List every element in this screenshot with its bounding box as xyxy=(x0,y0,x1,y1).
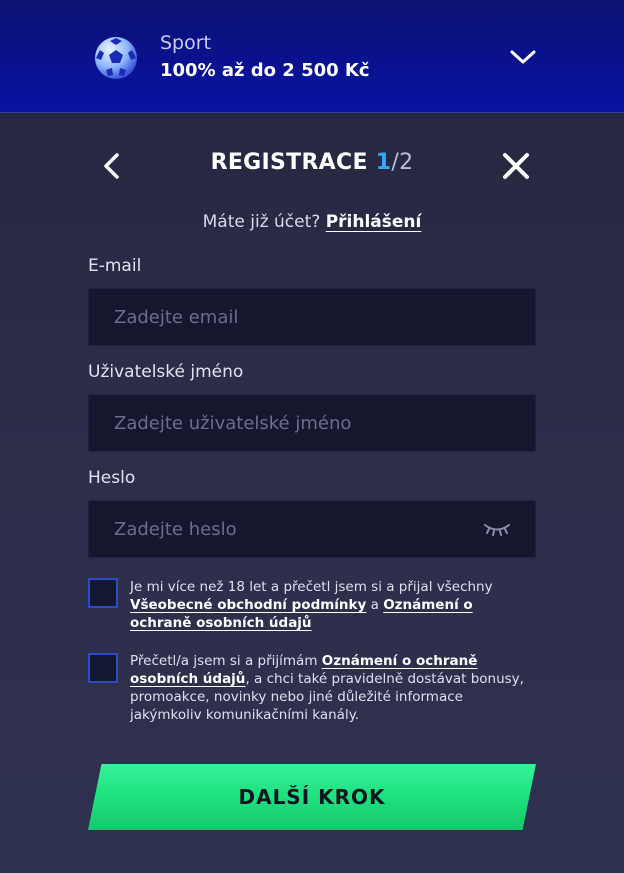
step-total: 2 xyxy=(399,150,414,175)
password-label: Heslo xyxy=(88,468,136,488)
marketing-text-before: Přečetl/a jsem si a přijímám xyxy=(130,653,322,669)
username-field-wrapper xyxy=(88,394,536,452)
terms-text-middle: a xyxy=(366,597,384,613)
promo-bonus-text: 100% až do 2 500 Kč xyxy=(160,60,370,81)
username-input[interactable] xyxy=(89,395,535,451)
marketing-consent-text: Přečetl/a jsem si a přijímám Oznámení o … xyxy=(130,652,530,724)
step-current: 1 xyxy=(375,150,392,175)
username-label: Uživatelské jméno xyxy=(88,362,244,382)
login-link[interactable]: Přihlášení xyxy=(326,212,422,232)
title-text: REGISTRACE xyxy=(210,150,368,175)
marketing-checkbox[interactable] xyxy=(88,653,118,683)
next-step-button[interactable]: DALŠÍ KROK xyxy=(88,764,536,830)
terms-checkbox[interactable] xyxy=(88,578,118,608)
registration-modal: Sport 100% až do 2 500 Kč REGISTRACE 1/2… xyxy=(0,0,624,873)
step-separator: / xyxy=(391,150,400,175)
terms-link[interactable]: Všeobecné obchodní podmínky xyxy=(130,597,366,613)
email-field-wrapper xyxy=(88,288,536,346)
promo-banner[interactable]: Sport 100% až do 2 500 Kč xyxy=(0,0,624,113)
terms-consent-text: Je mi více než 18 let a přečetl jsem si … xyxy=(130,578,530,632)
password-field-wrapper xyxy=(88,500,536,558)
login-prompt: Máte již účet? Přihlášení xyxy=(0,212,624,232)
eye-closed-icon[interactable] xyxy=(483,521,511,537)
password-input[interactable] xyxy=(89,501,535,557)
terms-text-before: Je mi více než 18 let a přečetl jsem si … xyxy=(130,579,493,595)
soccer-ball-icon xyxy=(95,37,137,79)
close-icon[interactable] xyxy=(500,150,532,182)
chevron-down-icon[interactable] xyxy=(508,46,538,68)
next-step-wrapper: DALŠÍ KROK xyxy=(88,764,536,830)
email-label: E-mail xyxy=(88,256,142,276)
login-question: Máte již účet? xyxy=(202,212,321,232)
promo-category: Sport xyxy=(160,32,212,54)
email-input[interactable] xyxy=(89,289,535,345)
